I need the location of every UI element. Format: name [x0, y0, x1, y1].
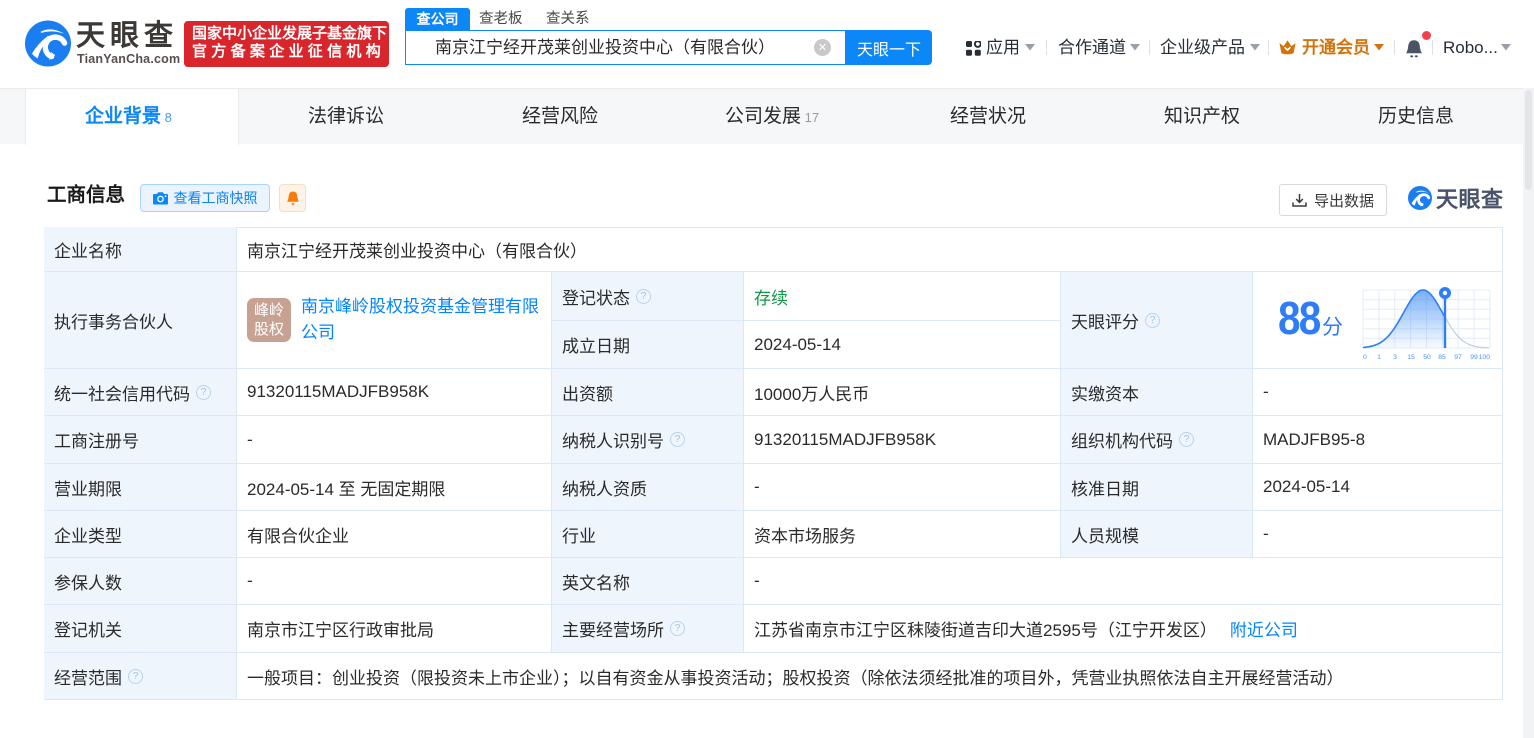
svg-text:1: 1	[1377, 354, 1381, 361]
svg-text:3: 3	[1393, 354, 1397, 361]
svg-text:0: 0	[1363, 354, 1367, 361]
svg-text:15: 15	[1407, 354, 1415, 361]
svg-text:99: 99	[1470, 354, 1478, 361]
svg-text:50: 50	[1423, 354, 1431, 361]
svg-text:97: 97	[1454, 354, 1462, 361]
svg-text:85: 85	[1438, 354, 1446, 361]
svg-text:100: 100	[1479, 354, 1491, 361]
